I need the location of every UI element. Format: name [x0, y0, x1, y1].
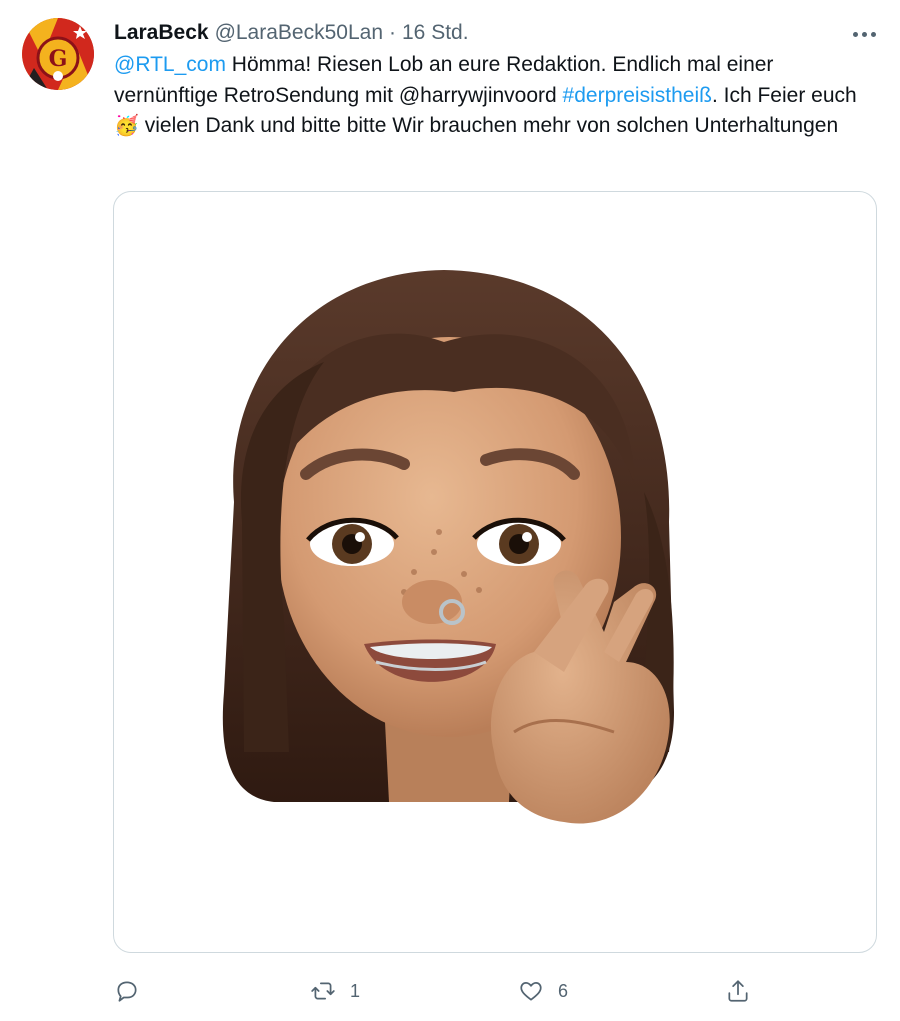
share-icon: [728, 980, 748, 1002]
like-count: 6: [558, 980, 569, 1001]
more-options-button[interactable]: [848, 20, 880, 48]
author-handle[interactable]: @LaraBeck50Lan: [215, 21, 383, 45]
tweet-actions: 1 6: [114, 973, 874, 1009]
retweet-count: 1: [350, 980, 361, 1001]
more-dot: [861, 31, 867, 37]
galatasaray-logo-icon: G: [22, 18, 94, 90]
share-button[interactable]: [725, 973, 751, 1009]
reply-icon: [117, 981, 137, 1002]
retweet-icon: [311, 982, 335, 1000]
tweet[interactable]: G LaraBeck @LaraBeck50Lan · 16 Std. @RTL…: [0, 0, 900, 1021]
heart-icon: [520, 982, 542, 1001]
hashtag-link[interactable]: #derpreisistheiß: [563, 84, 712, 107]
tweet-timestamp[interactable]: 16 Std.: [402, 21, 469, 45]
tweet-text: @RTL_com Hömma! Riesen Lob an eure Redak…: [114, 50, 874, 142]
tweet-text-part: vielen Dank und bitte bitte Wir brauchen…: [138, 114, 839, 137]
tweet-text-part: . Ich Feier euch: [711, 83, 857, 107]
mention-link[interactable]: @RTL_com: [114, 53, 226, 76]
tweet-media-image[interactable]: [113, 191, 877, 953]
tweet-header: LaraBeck @LaraBeck50Lan · 16 Std.: [114, 19, 469, 47]
reply-button[interactable]: [114, 973, 154, 1009]
author-avatar[interactable]: G: [22, 18, 94, 90]
separator-dot: ·: [389, 21, 396, 44]
svg-text:G: G: [49, 46, 68, 72]
retweet-button[interactable]: 1: [310, 973, 360, 1009]
like-button[interactable]: 6: [518, 973, 568, 1009]
more-horizontal-icon: [852, 31, 858, 37]
memoji-image: [222, 270, 674, 824]
party-face-emoji: 🥳: [114, 115, 139, 137]
author-name[interactable]: LaraBeck: [114, 21, 209, 45]
more-dot: [870, 31, 876, 37]
